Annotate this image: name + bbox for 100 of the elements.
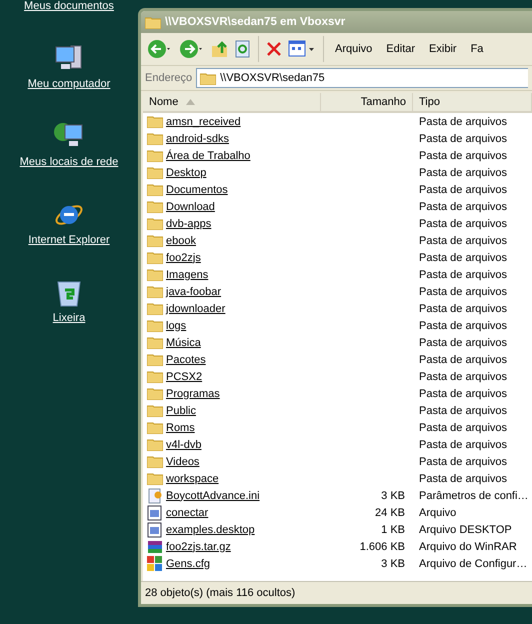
file-type: Pasta de arquivos xyxy=(418,370,508,382)
file-size: 3 KB xyxy=(380,490,406,502)
file-type: Pasta de arquivos xyxy=(418,320,508,332)
file-type: Pasta de arquivos xyxy=(418,184,508,196)
folder-icon xyxy=(147,268,163,281)
file-name[interactable]: dvb-apps xyxy=(166,218,212,230)
folder-icon xyxy=(147,387,163,400)
folder-icon xyxy=(147,217,163,230)
file-type: Pasta de arquivos xyxy=(418,116,508,128)
folder-icon xyxy=(147,285,163,298)
folder-icon xyxy=(147,370,163,383)
folder-icon xyxy=(147,421,163,434)
folder-icon xyxy=(147,149,163,162)
file-name[interactable]: examples.desktop xyxy=(166,524,255,536)
address-label: Endereço xyxy=(145,72,192,84)
address-field[interactable]: \\VBOXSVR\sedan75 xyxy=(196,68,528,88)
file-name[interactable]: Public xyxy=(166,404,196,416)
folder-icon xyxy=(147,302,163,315)
window-file-icon xyxy=(147,522,163,538)
desktop-icon-label[interactable]: Internet Explorer xyxy=(28,234,110,246)
folder-icon xyxy=(147,472,163,485)
folder-icon xyxy=(147,132,163,145)
folder-icon xyxy=(147,336,163,349)
file-name[interactable]: Videos xyxy=(166,456,200,468)
file-type: Arquivo do WinRAR xyxy=(418,540,518,552)
column-header[interactable]: Tipo xyxy=(413,93,532,111)
file-type: Pasta de arquivos xyxy=(418,302,508,314)
file-type: Pasta de arquivos xyxy=(418,354,508,366)
file-name[interactable]: v4l-dvb xyxy=(166,438,202,450)
file-type: Pasta de arquivos xyxy=(418,166,508,178)
file-type: Arquivo de Configur… xyxy=(418,558,528,570)
window-title: \\VBOXSVR\sedan75 em Vboxsvr xyxy=(165,16,346,28)
file-name[interactable]: foo2zjs.tar.gz xyxy=(166,540,231,552)
file-name[interactable]: Documentos xyxy=(166,184,228,196)
folder-icon xyxy=(147,251,163,264)
file-name[interactable]: Área de Trabalho xyxy=(166,150,250,162)
file-name[interactable]: Música xyxy=(166,336,201,348)
window-file-icon xyxy=(147,504,163,520)
file-type: Arquivo DESKTOP xyxy=(418,524,513,536)
file-type: Pasta de arquivos xyxy=(418,388,508,400)
file-type: Pasta de arquivos xyxy=(418,132,508,144)
file-name[interactable]: Gens.cfg xyxy=(166,558,210,570)
menu-item[interactable]: Arquivo xyxy=(329,43,378,55)
file-name[interactable]: ebook xyxy=(166,234,196,246)
file-type: Pasta de arquivos xyxy=(418,218,508,230)
column-header[interactable]: Tamanho xyxy=(321,93,413,111)
file-name[interactable]: Roms xyxy=(166,422,195,434)
menu-item[interactable]: Exibir xyxy=(423,43,463,55)
file-name[interactable]: logs xyxy=(166,320,186,332)
folder-icon xyxy=(147,166,163,179)
column-header[interactable]: Nome xyxy=(143,93,321,111)
config-file-icon xyxy=(147,556,163,572)
folder-icon xyxy=(145,16,161,28)
file-size: 24 KB xyxy=(374,506,406,518)
file-type: Pasta de arquivos xyxy=(418,286,508,298)
menu-item[interactable]: Fa xyxy=(464,43,490,55)
file-type: Pasta de arquivos xyxy=(418,234,508,246)
file-type: Parâmetros de confi… xyxy=(418,490,530,502)
file-name[interactable]: Download xyxy=(166,200,215,212)
file-name[interactable]: workspace xyxy=(166,472,219,484)
file-name[interactable]: foo2zjs xyxy=(166,252,201,264)
file-type: Pasta de arquivos xyxy=(418,404,508,416)
menu-item[interactable]: Editar xyxy=(380,43,422,55)
file-name[interactable]: conectar xyxy=(166,506,208,518)
folder-icon xyxy=(147,438,163,451)
desktop-icon-label[interactable]: Lixeira xyxy=(52,312,86,324)
file-type: Pasta de arquivos xyxy=(418,150,508,162)
folder-icon xyxy=(147,319,163,332)
desktop-icon-label[interactable]: Meus documentos xyxy=(24,0,114,12)
file-type: Pasta de arquivos xyxy=(418,252,508,264)
file-type: Pasta de arquivos xyxy=(418,472,508,484)
file-name[interactable]: jdownloader xyxy=(166,302,226,314)
file-name[interactable]: amsn_received xyxy=(166,116,241,128)
file-name[interactable]: Programas xyxy=(166,388,220,400)
delete-button[interactable] xyxy=(264,41,284,57)
file-type: Pasta de arquivos xyxy=(418,456,508,468)
file-name[interactable]: android-sdks xyxy=(166,132,229,144)
folder-icon xyxy=(147,115,163,128)
folder-icon xyxy=(147,234,163,247)
file-type: Pasta de arquivos xyxy=(418,422,508,434)
file-name[interactable]: Imagens xyxy=(166,268,208,280)
file-name[interactable]: BoycottAdvance.ini xyxy=(166,490,260,502)
folder-icon xyxy=(147,353,163,366)
file-name[interactable]: java-foobar xyxy=(166,286,222,298)
file-type: Pasta de arquivos xyxy=(418,268,508,280)
file-name[interactable]: Desktop xyxy=(166,166,206,178)
archive-icon xyxy=(147,538,163,554)
file-size: 3 KB xyxy=(380,558,406,570)
folder-icon xyxy=(147,455,163,468)
file-name[interactable]: Pacotes xyxy=(166,354,206,366)
desktop-icon-label[interactable]: Meu computador xyxy=(28,78,110,90)
file-type: Pasta de arquivos xyxy=(418,438,508,450)
folder-icon xyxy=(147,200,163,213)
folder-icon xyxy=(147,183,163,196)
file-size: 1.606 KB xyxy=(358,540,406,552)
file-name[interactable]: PCSX2 xyxy=(166,370,202,382)
file-type: Arquivo xyxy=(418,506,458,518)
file-size: 1 KB xyxy=(380,524,406,536)
file-type: Pasta de arquivos xyxy=(418,336,508,348)
desktop-icon-label[interactable]: Meus locais de rede xyxy=(20,156,118,168)
